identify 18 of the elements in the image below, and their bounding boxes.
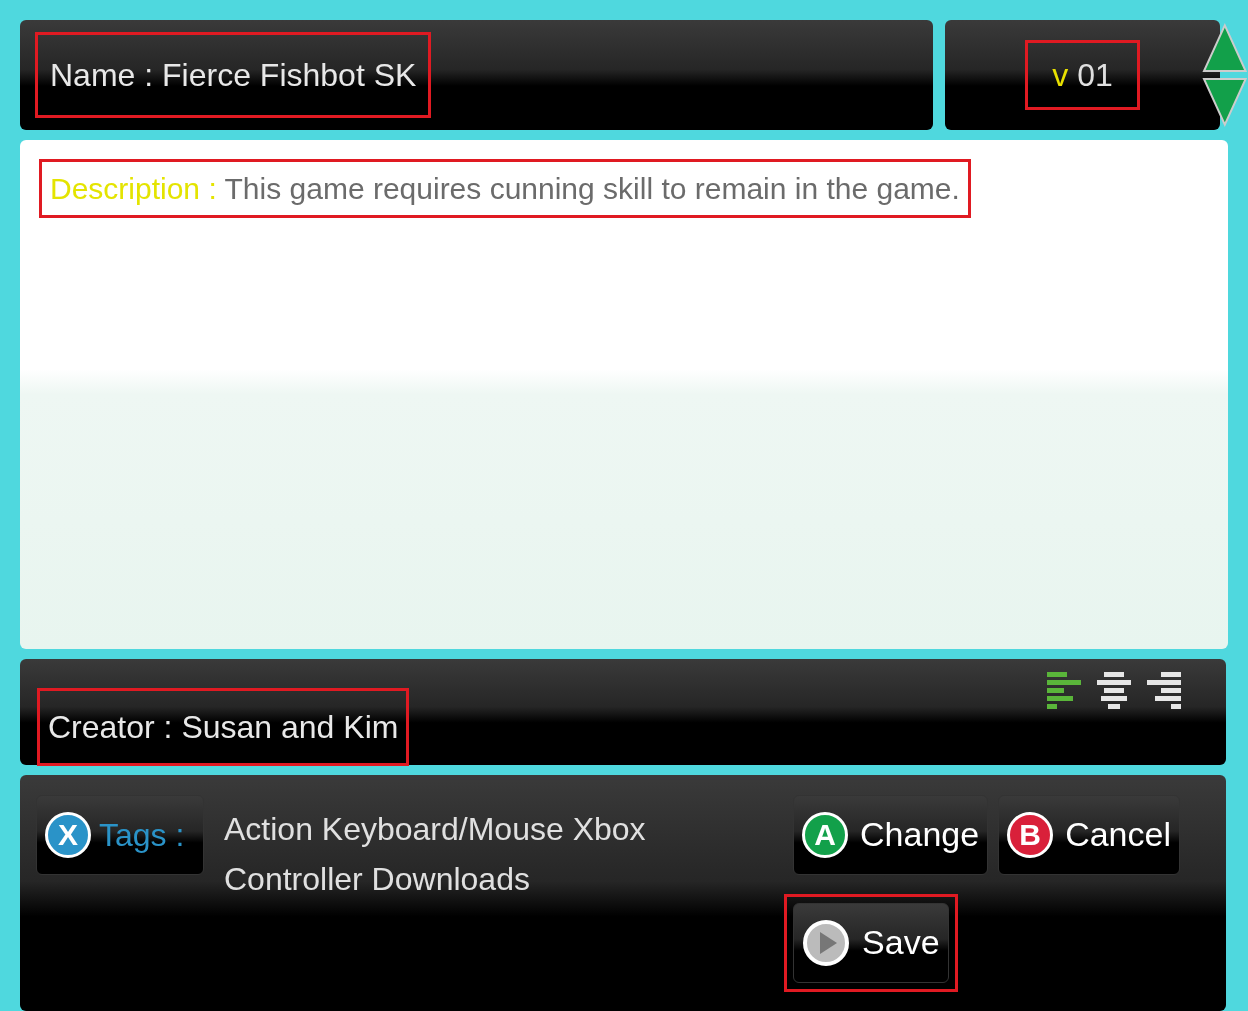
key-badge: B — [1007, 812, 1054, 858]
name-text: Name : Fierce Fishbot SK — [38, 35, 429, 115]
version-text: v 01 — [1028, 43, 1137, 107]
key-badge: X — [45, 812, 91, 858]
align-right-icon[interactable] — [1146, 670, 1182, 709]
up-down-arrows-icon[interactable] — [1202, 23, 1248, 127]
play-icon — [802, 919, 851, 967]
tags-text: Controller Downloads — [224, 860, 531, 899]
tags-label: Tags : — [99, 816, 185, 855]
tags-text: Action Keyboard/Mouse Xbox — [224, 810, 647, 849]
save-button[interactable]: Save — [793, 903, 949, 983]
action-button[interactable]: B Cancel — [998, 795, 1180, 875]
align-center-icon[interactable] — [1096, 670, 1132, 709]
action-button[interactable]: A Change — [793, 795, 989, 875]
creator-text: Creator : Susan and Kim — [40, 690, 407, 763]
key-badge: A — [802, 812, 849, 858]
description-text: Description : This game requires cunning skill to remain in the game. — [42, 161, 968, 215]
align-left-icon[interactable] — [1046, 670, 1082, 709]
